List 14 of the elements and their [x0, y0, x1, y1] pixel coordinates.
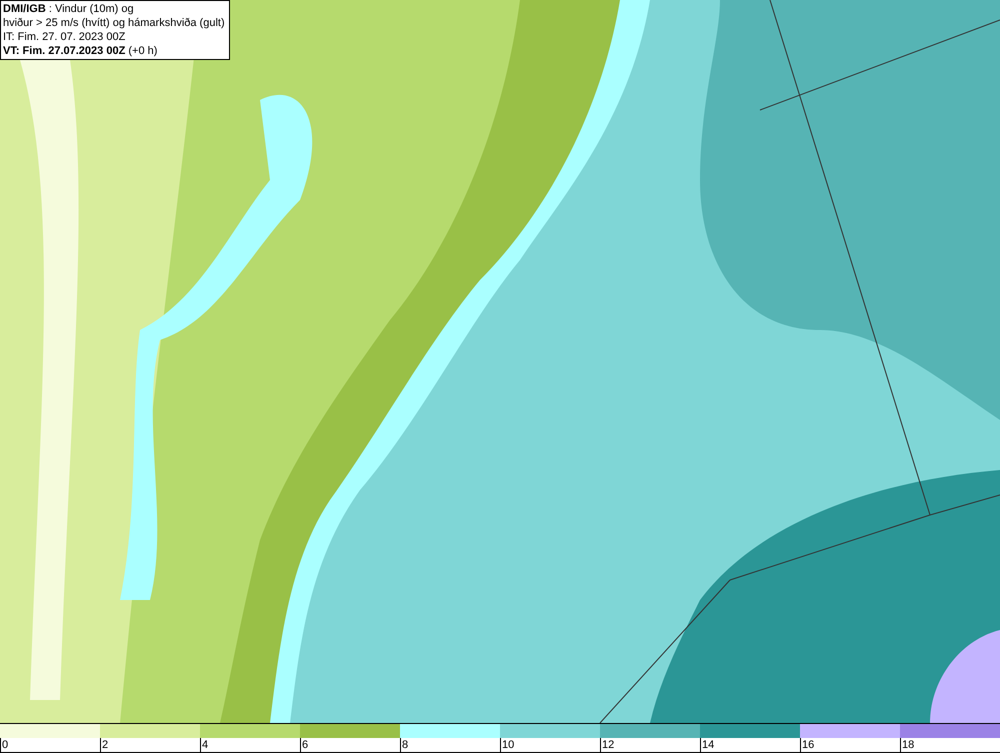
legend-label: 8: [401, 739, 408, 752]
legend-label: 10: [501, 739, 514, 752]
legend-label: 14: [701, 739, 714, 752]
legend-label: 12: [601, 739, 614, 752]
legend-label: 16: [801, 739, 814, 752]
legend-label: 6: [301, 739, 308, 752]
legend-label: 2: [101, 739, 108, 752]
info-text: hviður > 25 m/s (hvítt) og hámarkshviða (gult): [3, 16, 225, 30]
legend-label: 18: [901, 739, 914, 752]
info-text: DMI/IGB : Vindur (10m) og: [3, 2, 135, 16]
legend-label: 0: [1, 739, 8, 752]
legend-label: 4: [201, 739, 208, 752]
info-text: VT: Fim. 27.07.2023 00Z (+0 h): [3, 44, 158, 58]
info-text: IT: Fim. 27. 07. 2023 00Z: [3, 30, 126, 44]
